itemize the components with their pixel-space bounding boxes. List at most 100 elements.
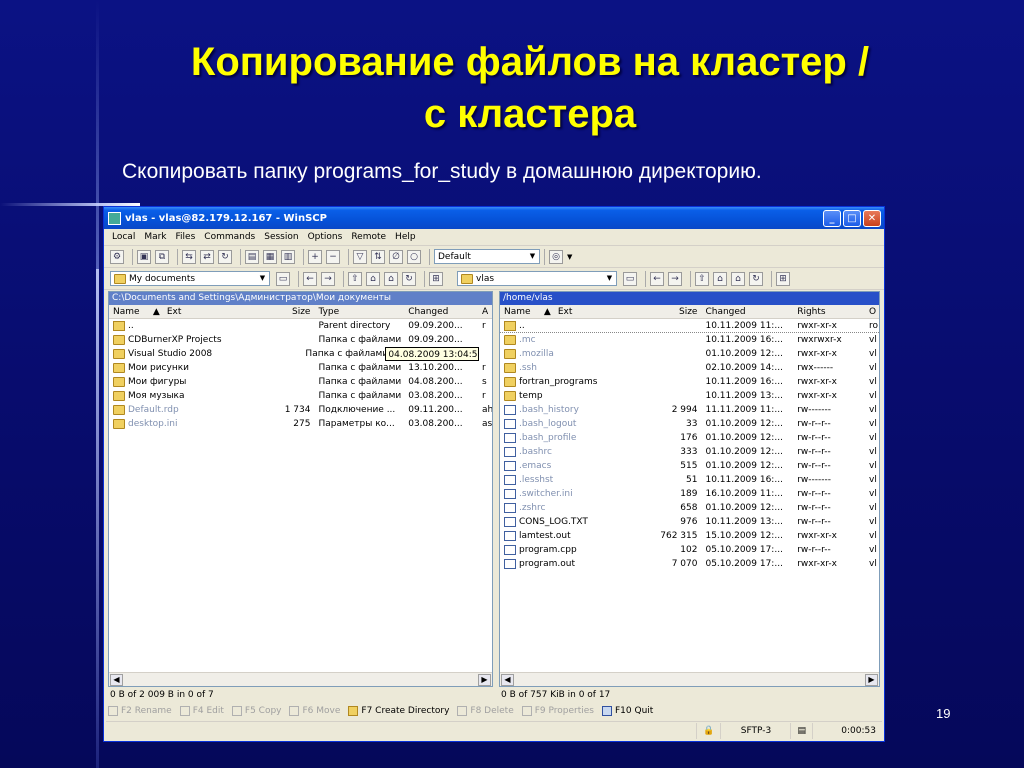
col-ext[interactable]: Ext [554, 305, 638, 318]
local-file-row[interactable]: desktop.ini 275 Параметры ко... 03.08.200..… [109, 417, 492, 431]
col-size[interactable]: Size [263, 305, 315, 318]
remote-file-row[interactable]: .ssh 02.10.2009 14:... rwx------ vl [500, 361, 879, 375]
parent-directory-icon[interactable]: ⇧ [695, 271, 709, 286]
forward-arrow-icon[interactable]: → [668, 271, 682, 286]
remote-file-row[interactable]: lamtest.out 762 315 15.10.2009 12:... rwxr-… [500, 529, 879, 543]
remote-file-row[interactable]: program.out 7 070 05.10.2009 17:... rwxr-xr… [500, 557, 879, 571]
filter-icon[interactable]: ▽ [353, 249, 367, 264]
queue-icon[interactable]: ▥ [281, 249, 295, 264]
title-bar[interactable]: vlas - vlas@82.179.12.167 - WinSCP _ □ ✕ [104, 207, 884, 229]
tree-view-icon[interactable]: ⊞ [429, 271, 443, 286]
home-icon[interactable]: ⌂ [731, 271, 745, 286]
maximize-button[interactable]: □ [843, 209, 861, 227]
remote-file-row[interactable]: .switcher.ini 189 16.10.2009 11:... rw-r--r… [500, 487, 879, 501]
remote-file-row[interactable]: .bashrc 333 01.10.2009 12:... rw-r--r-- vl [500, 445, 879, 459]
chevron-down-icon[interactable]: ▼ [567, 253, 572, 261]
back-arrow-icon[interactable]: ← [650, 271, 664, 286]
local-pane[interactable]: C:\Documents and Settings\Администратор\… [108, 291, 493, 687]
f7-create-directory-button[interactable]: F7 Create Directory [348, 706, 449, 716]
remote-file-row[interactable]: .bash_profile 176 01.10.2009 12:... rw-r--r… [500, 431, 879, 445]
menu-options[interactable]: Options [308, 232, 343, 242]
refresh-icon[interactable]: ↻ [402, 271, 416, 286]
col-changed[interactable]: Changed [701, 305, 793, 318]
menu-remote[interactable]: Remote [351, 232, 386, 242]
chevron-down-icon[interactable]: ▼ [604, 273, 615, 284]
remote-file-row[interactable]: CONS_LOG.TXT 976 10.11.2009 13:... rw-r--r-… [500, 515, 879, 529]
remote-horizontal-scrollbar[interactable]: ◀ ▶ [500, 672, 879, 686]
remote-file-row[interactable]: .. 10.11.2009 11:... rwxr-xr-x ro [500, 319, 879, 333]
right-location-select[interactable]: vlas ▼ [457, 271, 617, 286]
putty-icon[interactable]: ▦ [263, 249, 277, 264]
f8-delete-button[interactable]: F8 Delete [457, 706, 514, 716]
forward-arrow-icon[interactable]: → [321, 271, 335, 286]
f4-edit-button[interactable]: F4 Edit [179, 706, 224, 716]
col-name[interactable]: Name [109, 305, 149, 318]
remote-file-row[interactable]: temp 10.11.2009 13:... rwxr-xr-x vl [500, 389, 879, 403]
root-directory-icon[interactable]: ⌂ [366, 271, 380, 286]
left-location-select[interactable]: My documents ▼ [110, 271, 270, 286]
scroll-left-icon[interactable]: ◀ [501, 674, 514, 686]
col-changed[interactable]: Changed [404, 305, 478, 318]
sort-icon[interactable]: ⇅ [371, 249, 385, 264]
menu-files[interactable]: Files [176, 232, 196, 242]
console-icon[interactable]: ▤ [245, 249, 259, 264]
remote-file-row[interactable]: fortran_programs 10.11.2009 16:... rwxr-xr… [500, 375, 879, 389]
remote-pane[interactable]: /home/vlas Name ▲ Ext Size Changed Right… [499, 291, 880, 687]
local-file-row[interactable]: Моя музыка Папка с файлами 03.08.200... r [109, 389, 492, 403]
select-plus-icon[interactable]: + [308, 249, 322, 264]
menu-commands[interactable]: Commands [204, 232, 255, 242]
open-folder-icon[interactable]: ▭ [623, 271, 637, 286]
scroll-right-icon[interactable]: ▶ [865, 674, 878, 686]
remote-file-row[interactable]: .bash_logout 33 01.10.2009 12:... rw-r--r--… [500, 417, 879, 431]
refresh-icon[interactable]: ↻ [749, 271, 763, 286]
f9-properties-button[interactable]: F9 Properties [521, 706, 594, 716]
scroll-right-icon[interactable]: ▶ [478, 674, 491, 686]
col-owner[interactable]: O [865, 305, 879, 318]
chevron-down-icon[interactable]: ▼ [257, 273, 268, 284]
remote-file-row[interactable]: .lesshst 51 10.11.2009 16:... rw------- vl [500, 473, 879, 487]
compare-directories-icon[interactable]: ⇆ [182, 249, 196, 264]
f5-copy-button[interactable]: F5 Copy [231, 706, 281, 716]
unselect-minus-icon[interactable]: − [326, 249, 340, 264]
local-file-row[interactable]: Visual Studio 2008 Папка с файлами 04.08.2… [109, 347, 492, 361]
tree-view-icon[interactable]: ⊞ [776, 271, 790, 286]
menu-local[interactable]: Local [112, 232, 135, 242]
remote-file-row[interactable]: program.cpp 102 05.10.2009 17:... rw-r--r--… [500, 543, 879, 557]
minimize-button[interactable]: _ [823, 209, 841, 227]
back-arrow-icon[interactable]: ← [303, 271, 317, 286]
f10-quit-button[interactable]: F10 Quit [602, 706, 653, 716]
remote-file-row[interactable]: .zshrc 658 01.10.2009 12:... rw-r--r-- vl [500, 501, 879, 515]
globe-icon[interactable]: ◎ [549, 249, 563, 264]
parent-directory-icon[interactable]: ⇧ [348, 271, 362, 286]
menu-session[interactable]: Session [264, 232, 298, 242]
close-button[interactable]: ✕ [863, 209, 881, 227]
remote-file-row[interactable]: .mozilla 01.10.2009 12:... rwxr-xr-x vl [500, 347, 879, 361]
menu-help[interactable]: Help [395, 232, 416, 242]
home-icon[interactable]: ⌂ [384, 271, 398, 286]
remote-file-row[interactable]: .mc 10.11.2009 16:... rwxrwxr-x vl [500, 333, 879, 347]
root-directory-icon[interactable]: ⌂ [713, 271, 727, 286]
remote-file-row[interactable]: .bash_history 2 994 11.11.2009 11:... rw---… [500, 403, 879, 417]
open-folder-icon[interactable]: ▭ [276, 271, 290, 286]
local-file-row[interactable]: CDBurnerXP Projects Папка с файлами 09.09.… [109, 333, 492, 347]
col-name[interactable]: Name [500, 305, 540, 318]
local-file-row[interactable]: Мои рисунки Папка с файлами 13.10.200... r [109, 361, 492, 375]
local-horizontal-scrollbar[interactable]: ◀ ▶ [109, 672, 492, 686]
col-size[interactable]: Size [638, 305, 702, 318]
synchronize-browsing-icon[interactable]: ⇄ [200, 249, 214, 264]
col-rights[interactable]: Rights [793, 305, 865, 318]
local-file-row[interactable]: Мои фигуры Папка с файлами 04.08.200... s [109, 375, 492, 389]
local-file-row[interactable]: .. Parent directory 09.09.200... r [109, 319, 492, 333]
local-file-row[interactable]: Default.rdp 1 734 Подключение ... 09.11.200… [109, 403, 492, 417]
session-profile-select[interactable]: Default ▼ [434, 249, 540, 264]
copy-icon[interactable]: ⧉ [155, 249, 169, 264]
remote-file-row[interactable]: .emacs 515 01.10.2009 12:... rw-r--r-- vl [500, 459, 879, 473]
f2-rename-button[interactable]: F2 Rename [108, 706, 172, 716]
refresh-icon[interactable]: ↻ [218, 249, 232, 264]
menu-mark[interactable]: Mark [144, 232, 166, 242]
scroll-left-icon[interactable]: ◀ [110, 674, 123, 686]
col-attr[interactable]: A [478, 305, 492, 318]
col-type[interactable]: Type [314, 305, 404, 318]
preferences-gear-icon[interactable]: ⚙ [110, 249, 124, 264]
open-terminal-icon[interactable]: ▣ [137, 249, 151, 264]
